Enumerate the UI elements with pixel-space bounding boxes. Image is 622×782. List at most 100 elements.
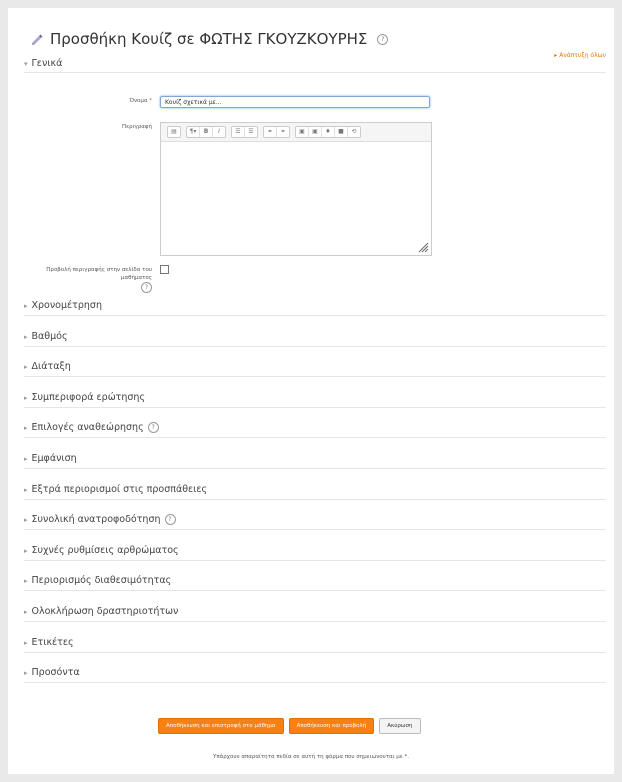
divider (24, 468, 606, 469)
image-button[interactable]: ▣ (296, 127, 309, 137)
divider (24, 498, 606, 500)
editor-toolbar: ▤ ¶▾ B I ☰ ☰ ⚭ ⚭ ▣ ▣ ♦ ■ ⟲ (161, 123, 431, 142)
divider (24, 559, 606, 561)
page-title: Προσθήκη Κουίζ σε ΦΩΤΗΣ ΓΚΟΥΖΚΟΥΡΗΣ ? (30, 30, 389, 48)
form-actions: Αποθήκευση και επιστροφή στο μάθημα Αποθ… (158, 718, 421, 734)
section-header[interactable]: ▸ Ετικέτες (24, 637, 74, 648)
section-header[interactable]: ▸ Βαθμός (24, 331, 68, 342)
divider (24, 682, 606, 684)
ordered-list-button[interactable]: ☰ (245, 127, 257, 137)
divider (24, 590, 606, 592)
record-audio-button[interactable]: ♦ (322, 127, 335, 137)
section-general[interactable]: ▾ Γενικά (24, 58, 62, 69)
description-editor[interactable]: ▤ ¶▾ B I ☰ ☰ ⚭ ⚭ ▣ ▣ ♦ ■ ⟲ (160, 122, 432, 256)
section-header[interactable]: ▸ Συνολική ανατροφοδότηση? (24, 514, 176, 526)
section-header-label: Περιορισμός διαθεσιμότητας (31, 575, 172, 587)
triangle-right-icon: ▸ (24, 363, 28, 372)
collapse-toolbar-button[interactable]: ▤ (168, 127, 180, 137)
toolbar-group: ¶▾ B I (186, 126, 226, 138)
show-description-label-line2: μαθήματος (120, 275, 152, 281)
triangle-right-icon: ▸ (24, 516, 28, 525)
resize-handle-icon[interactable] (417, 241, 429, 253)
link-button[interactable]: ⚭ (264, 127, 277, 137)
section-header[interactable]: ▸ Επιλογές αναθεώρησης? (24, 422, 159, 434)
section-header-label: Επιλογές αναθεώρησης (31, 422, 144, 434)
section-header[interactable]: ▸ Εμφάνιση (24, 453, 77, 464)
unlink-button[interactable]: ⚭ (277, 127, 289, 137)
save-and-return-button[interactable]: Αποθήκευση και επιστροφή στο μάθημα (158, 718, 284, 734)
manage-files-button[interactable]: ⟲ (348, 127, 360, 137)
section-header-label: Συχνές ρυθμίσεις αρθρώματος (31, 544, 179, 556)
quiz-icon (32, 34, 43, 45)
triangle-right-icon: ▸ (24, 393, 28, 402)
record-video-button[interactable]: ■ (335, 127, 348, 137)
show-description-label-line1: Προβολή περιγραφής στην σελίδα του (46, 267, 152, 273)
expand-all-link[interactable]: ▸ Ανάπτυξη όλων (554, 52, 606, 59)
help-icon[interactable]: ? (164, 514, 176, 526)
section-header[interactable]: ▸ Ολοκλήρωση δραστηριοτήτων (24, 606, 178, 617)
section-header-label: Προσόντα (31, 667, 80, 679)
triangle-right-icon: ▸ (24, 669, 28, 678)
divider (24, 72, 606, 73)
section-header-label: Ολοκλήρωση δραστηριοτήτων (31, 606, 179, 617)
cancel-button[interactable]: Ακύρωση (379, 718, 421, 734)
save-and-display-button[interactable]: Αποθήκευση και προβολή (288, 718, 375, 734)
section-header[interactable]: ▸ Διάταξη (24, 361, 71, 372)
paragraph-style-button[interactable]: ¶▾ (187, 127, 200, 137)
divider (24, 376, 606, 378)
section-header[interactable]: ▸ Περιορισμός διαθεσιμότητας (24, 575, 171, 586)
triangle-right-icon: ▸ (24, 485, 28, 494)
section-header-label: Συνολική ανατροφοδότηση (31, 514, 161, 526)
help-icon[interactable]: ? (377, 33, 389, 45)
divider (24, 529, 606, 531)
triangle-right-icon: ▸ (554, 52, 558, 59)
required-fields-note: Υπάρχουν απαραίτητα πεδία σε αυτή τη φόρ… (213, 754, 409, 760)
triangle-right-icon: ▸ (24, 638, 28, 647)
show-description-label: Προβολή περιγραφής στην σελίδα του μαθήμ… (18, 266, 152, 293)
section-header[interactable]: ▸ Χρονομέτρηση (24, 300, 102, 311)
section-header-label: Χρονομέτρηση (31, 300, 102, 311)
section-header-label: Ετικέτες (31, 636, 74, 648)
unordered-list-button[interactable]: ☰ (232, 127, 245, 137)
section-header-label: Συμπεριφορά ερώτησης (31, 391, 146, 403)
toolbar-group: ▤ (167, 126, 181, 138)
section-header-label: Διάταξη (31, 361, 71, 373)
section-general-title: Γενικά (31, 58, 63, 69)
help-icon[interactable]: ? (141, 282, 152, 293)
triangle-right-icon: ▸ (24, 546, 28, 555)
section-header[interactable]: ▸ Συχνές ρυθμίσεις αρθρώματος (24, 545, 179, 556)
divider (24, 406, 606, 408)
expand-all-label: Ανάπτυξη όλων (559, 52, 606, 59)
toolbar-group: ▣ ▣ ♦ ■ ⟲ (295, 126, 361, 138)
help-icon[interactable]: ? (147, 422, 159, 434)
media-button[interactable]: ▣ (309, 127, 322, 137)
description-label: Περιγραφή (122, 124, 152, 130)
triangle-right-icon: ▸ (24, 455, 28, 463)
triangle-right-icon: ▸ (24, 302, 28, 310)
bold-button[interactable]: B (200, 127, 213, 137)
italic-button[interactable]: I (213, 127, 225, 137)
triangle-right-icon: ▸ (24, 332, 28, 341)
section-header[interactable]: ▸ Προσόντα (24, 667, 80, 678)
section-header[interactable]: ▸ Εξτρά περιορισμοί στις προσπάθειες (24, 484, 207, 495)
name-input[interactable]: Κουίζ σχετικά με... (160, 96, 430, 108)
section-header-label: Εμφάνιση (31, 453, 77, 464)
section-header-label: Εξτρά περιορισμοί στις προσπάθειες (31, 483, 208, 495)
divider (24, 651, 606, 653)
divider (24, 437, 606, 439)
divider (24, 315, 606, 316)
section-header[interactable]: ▸ Συμπεριφορά ερώτησης (24, 392, 145, 403)
name-label-text: Όνομα (129, 98, 148, 104)
show-description-checkbox[interactable] (160, 265, 169, 274)
triangle-right-icon: ▸ (24, 577, 28, 586)
name-label: Όνομα * (68, 98, 152, 104)
triangle-down-icon: ▾ (24, 60, 28, 68)
divider (24, 621, 606, 622)
toolbar-group: ⚭ ⚭ (263, 126, 290, 138)
toolbar-group: ☰ ☰ (231, 126, 258, 138)
form-page: Προσθήκη Κουίζ σε ΦΩΤΗΣ ΓΚΟΥΖΚΟΥΡΗΣ ? ▸ Α… (8, 8, 614, 774)
triangle-right-icon: ▸ (24, 608, 28, 616)
divider (24, 345, 606, 347)
required-icon: * (149, 98, 152, 104)
section-header-label: Βαθμός (31, 330, 68, 342)
